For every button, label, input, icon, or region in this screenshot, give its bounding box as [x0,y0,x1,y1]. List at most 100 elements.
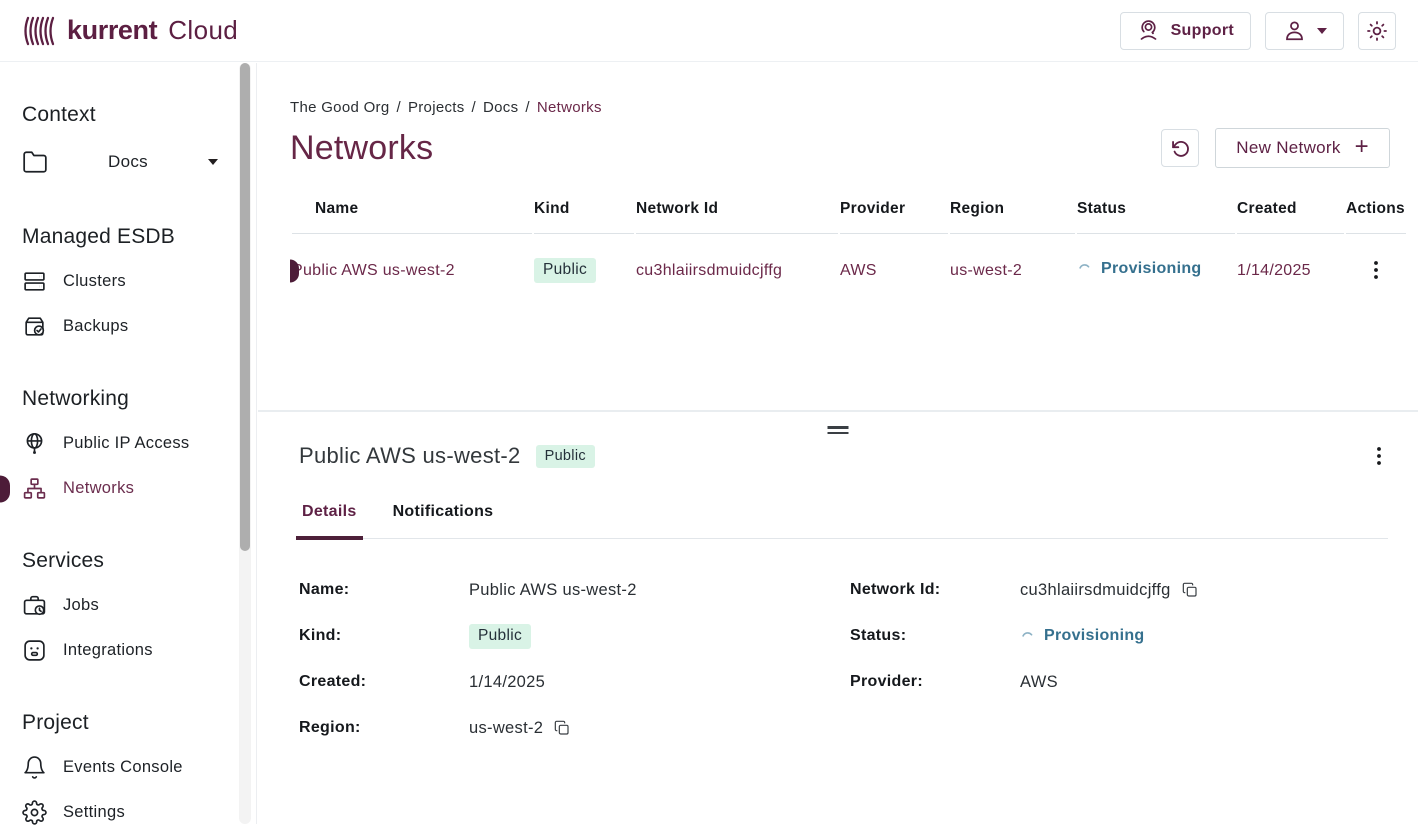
table-row[interactable]: Public AWS us-west-2 Public cu3hlaiirsdm… [292,234,1406,307]
detail-fields-right: Network Id: cu3hlaiirsdmuidcjffg [850,567,1388,751]
tab-details[interactable]: Details [299,503,360,538]
logo-brand-text: kurrent [67,15,157,46]
support-label: Support [1171,22,1234,40]
sidebar-item-label: Backups [63,317,128,336]
sidebar-item-networks[interactable]: Networks [22,466,256,511]
field-network-id: Network Id: cu3hlaiirsdmuidcjffg [850,567,1388,613]
headset-person-icon [1137,19,1161,43]
detail-title: Public AWS us-west-2 [299,443,521,469]
sidebar-scrollbar-track[interactable] [239,63,251,824]
logo-product-text: Cloud [168,15,238,46]
server-stack-icon [22,269,47,294]
user-icon [1282,18,1307,43]
theme-toggle-button[interactable] [1358,12,1396,50]
plus-icon: + [1355,135,1369,159]
bell-icon [22,755,47,780]
sidebar-scrollbar-thumb[interactable] [240,63,250,551]
panel-resize-handle[interactable] [828,423,849,437]
page-title: Networks [290,129,433,168]
folder-icon [22,149,48,175]
field-label: Status: [850,627,1020,645]
status-badge: Provisioning [1077,260,1202,278]
breadcrumb-separator: / [525,99,529,116]
breadcrumb-current: Networks [537,99,602,116]
detail-actions-menu-button[interactable] [1370,442,1388,470]
status-label: Provisioning [1101,260,1202,278]
copy-region-button[interactable] [554,720,570,736]
kind-badge: Public [534,258,596,283]
field-provider: Provider: AWS [850,659,1388,705]
sidebar-item-backups[interactable]: Backups [22,304,256,349]
row-actions-menu-button[interactable] [1367,256,1385,284]
kurrent-cloud-logo[interactable]: kurrent Cloud [22,15,238,47]
detail-fields: Name: Public AWS us-west-2 Kind: Public … [299,567,1388,751]
field-label: Network Id: [850,581,1020,599]
network-id-value: cu3hlaiirsdmuidcjffg [636,262,782,279]
sidebar-item-clusters[interactable]: Clusters [22,259,256,304]
field-status: Status: Provisioning [850,613,1388,659]
detail-title-row: Public AWS us-west-2 Public [299,442,1388,470]
breadcrumb-projects[interactable]: Projects [408,99,465,116]
sidebar-item-events-console[interactable]: Events Console [22,745,256,790]
top-header: kurrent Cloud Support [0,0,1418,62]
user-menu-button[interactable] [1265,12,1344,50]
field-label: Region: [299,719,469,737]
backup-box-check-icon [22,314,47,339]
column-header-provider: Provider [840,192,948,234]
sidebar-item-jobs[interactable]: Jobs [22,583,256,628]
new-network-button[interactable]: New Network + [1215,128,1390,168]
field-kind: Kind: Public [299,613,850,659]
copy-network-id-button[interactable] [1182,582,1198,598]
support-button[interactable]: Support [1120,12,1251,50]
chevron-down-icon [208,159,218,165]
table-header-row: Name Kind Network Id Provider Region Sta… [292,192,1406,234]
field-value: AWS [1020,673,1058,692]
field-label: Provider: [850,673,1020,691]
column-header-region: Region [950,192,1075,234]
field-label: Name: [299,581,469,599]
sidebar-item-label: Public IP Access [63,434,189,453]
main-content: The Good Org/Projects/Docs/Networks Netw… [258,63,1418,824]
field-name: Name: Public AWS us-west-2 [299,567,850,613]
topbar-actions: Support [1120,12,1396,50]
sidebar-section-managed-esdb: Managed ESDB [22,225,256,249]
sidebar-item-integrations[interactable]: Integrations [22,628,256,673]
context-project-selector[interactable]: Docs [22,137,220,187]
network-name-link[interactable]: Public AWS us-west-2 [292,262,455,279]
field-value: us-west-2 [469,719,543,738]
refresh-button[interactable] [1161,129,1199,167]
sidebar-item-label: Integrations [63,641,153,660]
globe-node-icon [22,431,47,456]
detail-fields-left: Name: Public AWS us-west-2 Kind: Public … [299,567,850,751]
column-header-actions: Actions [1346,192,1406,234]
field-created: Created: 1/14/2025 [299,659,850,705]
chevron-down-icon [1317,28,1327,34]
soundwave-logo-icon [22,15,58,47]
field-label: Created: [299,673,469,691]
breadcrumb-project-docs[interactable]: Docs [483,99,518,116]
sidebar-section-context: Context [22,103,256,127]
sidebar-section-services: Services [22,549,256,573]
tab-notifications[interactable]: Notifications [390,503,497,538]
status-badge: Provisioning [1020,627,1145,645]
sitemap-network-icon [22,476,47,501]
refresh-icon [1170,138,1191,159]
field-value: Public AWS us-west-2 [469,581,637,600]
sidebar: Context Docs Managed ESDB Clusters [0,63,257,824]
field-value: 1/14/2025 [469,673,545,692]
sidebar-item-label: Events Console [63,758,183,777]
briefcase-clock-icon [22,593,47,618]
kind-badge: Public [469,624,531,649]
detail-tabs: Details Notifications [299,503,1388,539]
sidebar-item-settings[interactable]: Settings [22,790,256,835]
sidebar-item-label: Jobs [63,596,99,615]
active-item-indicator [0,475,10,502]
breadcrumb: The Good Org/Projects/Docs/Networks [290,99,1390,116]
region-value: us-west-2 [950,262,1022,279]
column-header-created: Created [1237,192,1344,234]
network-detail-panel: Public AWS us-west-2 Public Details Noti… [258,410,1418,751]
column-header-name: Name [292,192,532,234]
sidebar-item-label: Networks [63,479,134,498]
sidebar-item-public-ip-access[interactable]: Public IP Access [22,421,256,466]
breadcrumb-org[interactable]: The Good Org [290,99,389,116]
